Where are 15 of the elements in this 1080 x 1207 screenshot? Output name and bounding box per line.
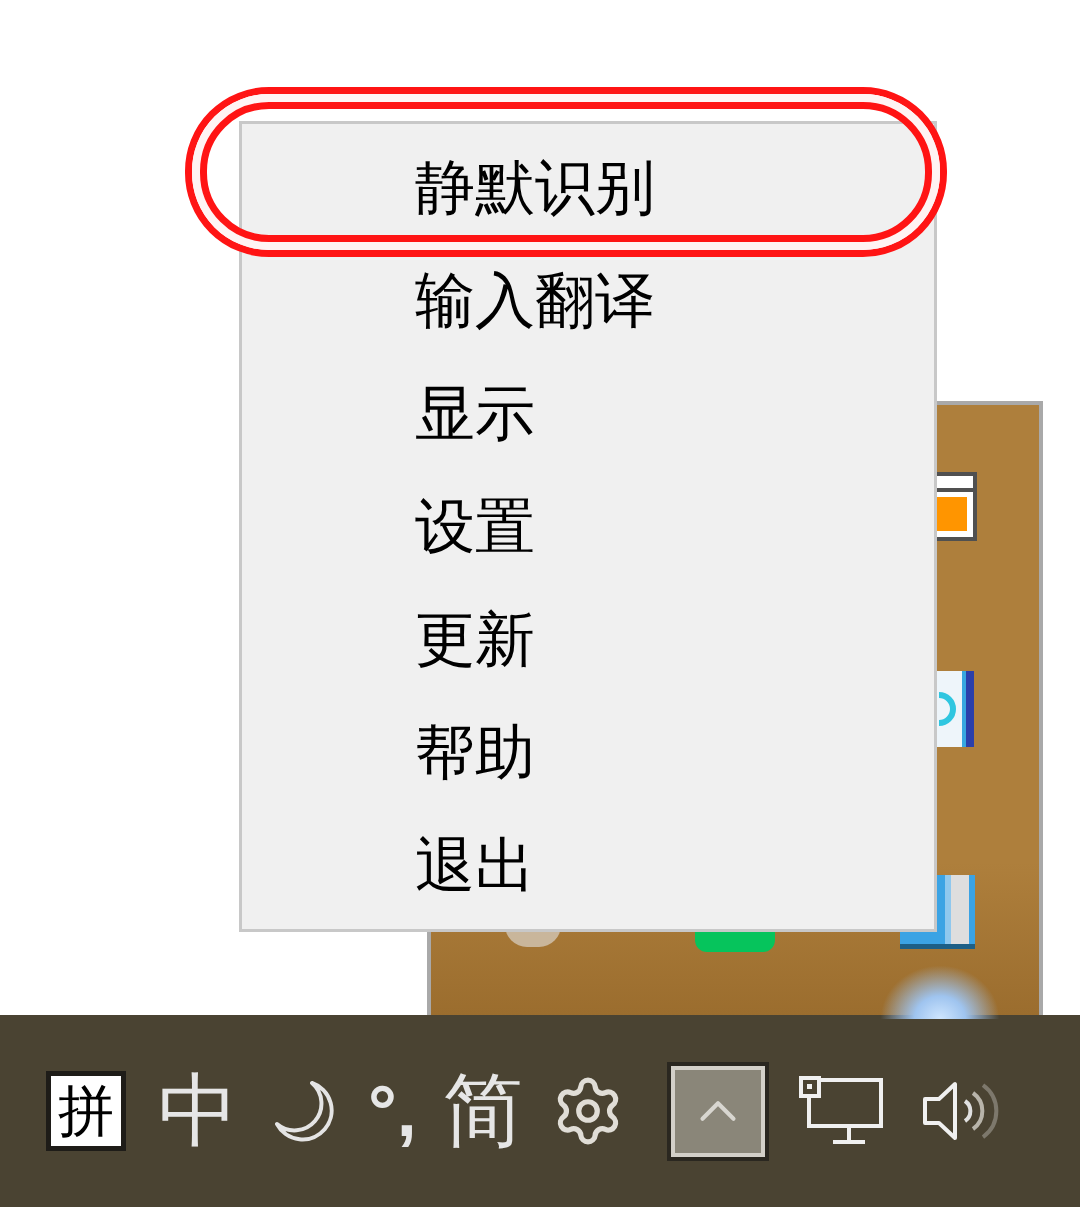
moon-icon[interactable] [274, 1080, 334, 1142]
menu-item[interactable]: 输入翻译 [242, 244, 934, 357]
ime-mode-button[interactable]: 拼 [46, 1071, 126, 1151]
menu-item[interactable]: 更新 [242, 583, 934, 696]
ime-language-button[interactable]: 中 [158, 1071, 238, 1151]
tray-app-icon[interactable] [937, 671, 974, 747]
ime-script-button[interactable]: 简 [442, 1071, 523, 1151]
menu-item[interactable]: 退出 [242, 809, 934, 922]
tray-app-icon[interactable] [937, 472, 977, 541]
ime-punctuation-button[interactable]: °, [368, 1075, 417, 1147]
network-monitor-icon[interactable] [798, 1076, 883, 1146]
menu-item[interactable]: 帮助 [242, 696, 934, 809]
menu-item[interactable]: 显示 [242, 357, 934, 470]
menu-item[interactable]: 设置 [242, 470, 934, 583]
show-hidden-icons-button[interactable] [666, 1061, 769, 1161]
